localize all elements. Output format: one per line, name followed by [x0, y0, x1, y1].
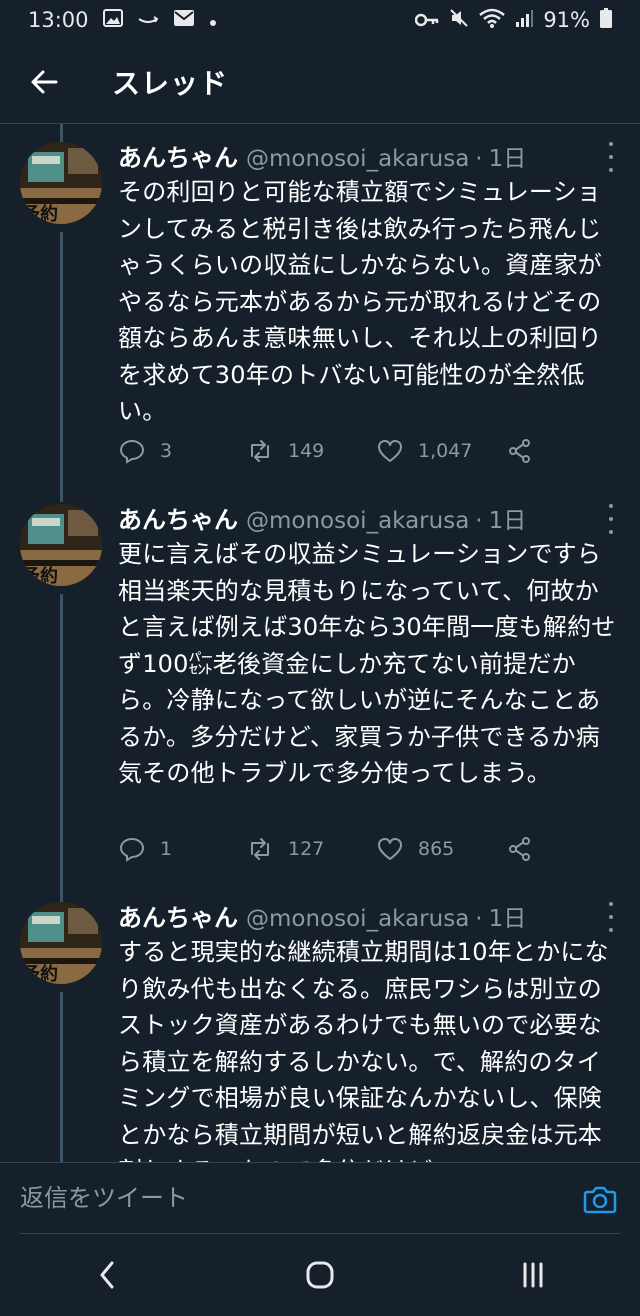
home-icon — [306, 1261, 334, 1289]
tweet-time[interactable]: 1日 — [489, 899, 527, 932]
reply-input[interactable] — [20, 1183, 580, 1214]
retweet-count: 127 — [288, 838, 325, 860]
more-options-button[interactable] — [606, 142, 616, 172]
status-bar: 13:00 91% — [0, 0, 640, 40]
tweet[interactable]: 予約 あんちゃん @monosoi_akarusa · 1日 すると現実的な継続… — [0, 884, 640, 1162]
like-count: 1,047 — [418, 440, 473, 462]
tweet-actions: 3 149 1,047 — [118, 434, 534, 468]
tweet-actions: 1 127 865 — [118, 832, 534, 866]
retweet-icon — [251, 440, 269, 462]
camera-button[interactable] — [580, 1179, 620, 1219]
status-left: 13:00 — [28, 8, 217, 32]
separator: · — [475, 508, 483, 534]
user-handle[interactable]: @monosoi_akarusa — [246, 146, 469, 172]
status-right: 91% — [415, 7, 612, 33]
nav-back-button[interactable] — [67, 1245, 147, 1305]
app-header: スレッド — [0, 40, 640, 124]
retweet-button[interactable]: 149 — [246, 437, 376, 465]
separator: · — [475, 146, 483, 172]
retweet-button[interactable]: 127 — [246, 835, 376, 863]
tweet-text: 更に言えばその収益シミュレーションですら相当楽天的な見積もりになっていて、何故か… — [118, 540, 616, 787]
tweet-header: あんちゃん @monosoi_akarusa · 1日 — [118, 500, 582, 534]
chevron-left-icon — [100, 1261, 114, 1289]
gallery-icon — [102, 8, 123, 32]
thread-feed[interactable]: 予約 あんちゃん @monosoi_akarusa · 1日 その利回りと可能な… — [0, 124, 640, 1162]
mail-icon — [173, 8, 195, 32]
share-icon — [509, 439, 530, 463]
display-name[interactable]: あんちゃん — [118, 898, 238, 932]
back-button[interactable] — [0, 40, 88, 124]
display-name[interactable]: あんちゃん — [118, 138, 238, 172]
share-button[interactable] — [506, 835, 534, 863]
like-count: 865 — [418, 838, 455, 860]
nav-home-button[interactable] — [280, 1245, 360, 1305]
system-nav-bar — [0, 1234, 640, 1316]
separator: · — [475, 906, 483, 932]
avatar[interactable]: 予約 — [20, 902, 102, 984]
camera-icon — [583, 1186, 617, 1213]
like-button[interactable]: 865 — [376, 835, 506, 863]
nav-recents-button[interactable] — [493, 1245, 573, 1305]
user-handle[interactable]: @monosoi_akarusa — [246, 508, 469, 534]
svg-text:予約: 予約 — [22, 565, 58, 586]
user-handle[interactable]: @monosoi_akarusa — [246, 906, 469, 932]
avatar[interactable]: 予約 — [20, 504, 102, 586]
key-icon — [415, 8, 439, 32]
tweet-time[interactable]: 1日 — [489, 501, 527, 534]
tweet-text: その利回りと可能な積立額でシミュレーションしてみると税引き後は飲み行ったら飛んじ… — [118, 178, 602, 425]
more-options-button[interactable] — [606, 504, 616, 534]
heart-icon — [378, 838, 402, 860]
wifi-icon — [479, 8, 506, 33]
display-name[interactable]: あんちゃん — [118, 500, 238, 534]
more-vertical-icon — [609, 142, 613, 146]
svg-text:予約: 予約 — [22, 203, 58, 224]
share-icon — [509, 837, 530, 861]
more-vertical-icon — [609, 504, 613, 508]
retweet-count: 149 — [288, 440, 325, 462]
retweet-icon — [251, 838, 269, 860]
reply-count: 3 — [160, 440, 173, 462]
like-button[interactable]: 1,047 — [376, 437, 506, 465]
heart-icon — [378, 440, 402, 462]
reply-button[interactable]: 1 — [118, 835, 246, 863]
svg-text:予約: 予約 — [22, 963, 58, 984]
signal-icon — [515, 8, 534, 32]
battery-icon — [600, 7, 612, 33]
reply-bar — [0, 1162, 640, 1234]
tweet[interactable]: 予約 あんちゃん @monosoi_akarusa · 1日 更に言えばその収益… — [0, 486, 640, 886]
tweet-header: あんちゃん @monosoi_akarusa · 1日 — [118, 138, 582, 172]
more-vertical-icon — [609, 902, 613, 906]
tweet-text: すると現実的な継続積立期間は10年とかになり飲み代も出なくなる。庶民ワシらは別立… — [118, 938, 609, 1162]
avatar[interactable]: 予約 — [20, 142, 102, 224]
comment-icon — [119, 439, 145, 464]
share-button[interactable] — [506, 437, 534, 465]
status-time: 13:00 — [28, 8, 89, 32]
mute-icon — [449, 8, 469, 33]
recents-icon — [523, 1262, 543, 1288]
notification-dot-icon — [209, 8, 217, 32]
reply-count: 1 — [160, 838, 173, 860]
tweet-header: あんちゃん @monosoi_akarusa · 1日 — [118, 898, 582, 932]
comment-icon — [119, 837, 145, 862]
amazon-icon — [137, 8, 159, 32]
tweet[interactable]: 予約 あんちゃん @monosoi_akarusa · 1日 その利回りと可能な… — [0, 124, 640, 496]
more-options-button[interactable] — [606, 902, 616, 932]
arrow-left-icon — [31, 70, 58, 93]
page-title: スレッド — [112, 66, 229, 100]
tweet-time[interactable]: 1日 — [489, 139, 527, 172]
battery-percent: 91% — [543, 8, 590, 32]
reply-button[interactable]: 3 — [118, 437, 246, 465]
